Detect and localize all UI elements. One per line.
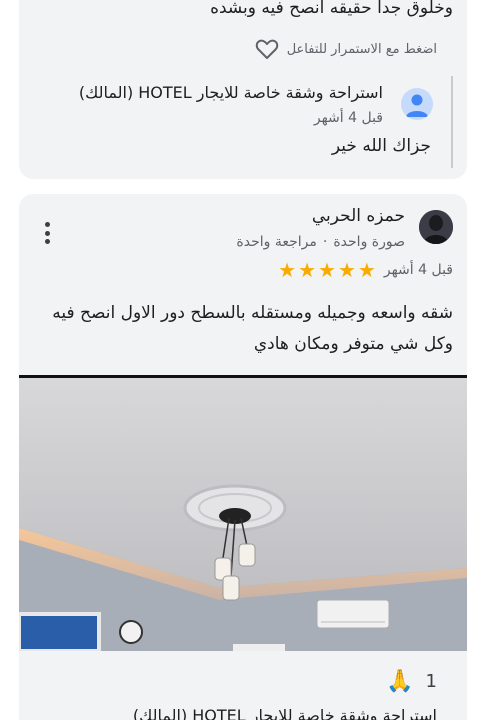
meta-separator: · xyxy=(322,234,328,250)
more-vert-dot xyxy=(44,239,50,244)
review-card: حمزه الحربي مراجعة واحدة · صورة واحدة ★ ★… xyxy=(19,194,467,720)
owner-reply-time: قبل 4 أشهر xyxy=(313,110,383,126)
review-text: شقه واسعه وجميله ومستقله بالسطح دور الاو… xyxy=(52,303,453,354)
author-avatar[interactable] xyxy=(419,210,453,244)
like-hint: اضغط مع الاستمرار للتفاعل xyxy=(286,41,437,57)
person-icon xyxy=(406,94,428,117)
owner-reply-name-partial: استراحة وشقة خاصة للايجار HOTEL (المالك) xyxy=(132,706,437,720)
author-photo xyxy=(419,210,453,244)
rating-row: ★ ★ ★ ★ ★ قبل 4 أشهر xyxy=(278,260,453,280)
photo-count: صورة واحدة xyxy=(333,234,405,250)
review-text-tail: وخلوق جداً حقيقه أنصح فيه وبشده xyxy=(210,0,453,18)
star-icon: ★ xyxy=(318,258,336,282)
like-button[interactable]: اضغط مع الاستمرار للتفاعل xyxy=(255,38,437,60)
author-meta: مراجعة واحدة · صورة واحدة xyxy=(236,234,405,250)
owner-name[interactable]: استراحة وشقة خاصة للايجار HOTEL (المالك) xyxy=(79,83,383,102)
more-vert-dot xyxy=(44,230,50,236)
author-name[interactable]: حمزه الحربي xyxy=(312,206,405,226)
star-icon: ★ xyxy=(278,258,297,282)
pray-reaction-icon: 🙏 xyxy=(386,669,414,694)
review-time: قبل 4 أشهر xyxy=(383,262,453,278)
star-icon: ★ xyxy=(298,258,317,282)
more-vert-icon xyxy=(44,222,50,227)
reply-divider xyxy=(451,76,453,168)
star-icon: ★ xyxy=(357,258,376,282)
owner-reply-text: جزاك الله خير xyxy=(331,136,431,156)
reaction-count: 1 xyxy=(425,671,437,692)
room-ceiling-photo xyxy=(19,378,467,653)
more-options-button[interactable] xyxy=(37,220,57,246)
star-icon: ★ xyxy=(337,258,356,282)
previous-review-card: وخلوق جداً حقيقه أنصح فيه وبشده اضغط مع … xyxy=(19,0,467,179)
reaction-row[interactable]: 🙏 1 xyxy=(386,669,437,694)
heart-outline-icon xyxy=(255,39,278,59)
owner-avatar[interactable] xyxy=(401,88,433,120)
star-rating: ★ ★ ★ ★ ★ xyxy=(278,260,376,280)
owner-reply: استراحة وشقة خاصة للايجار HOTEL (المالك)… xyxy=(33,76,453,168)
review-count: مراجعة واحدة xyxy=(236,234,317,250)
review-photo[interactable] xyxy=(19,375,467,653)
